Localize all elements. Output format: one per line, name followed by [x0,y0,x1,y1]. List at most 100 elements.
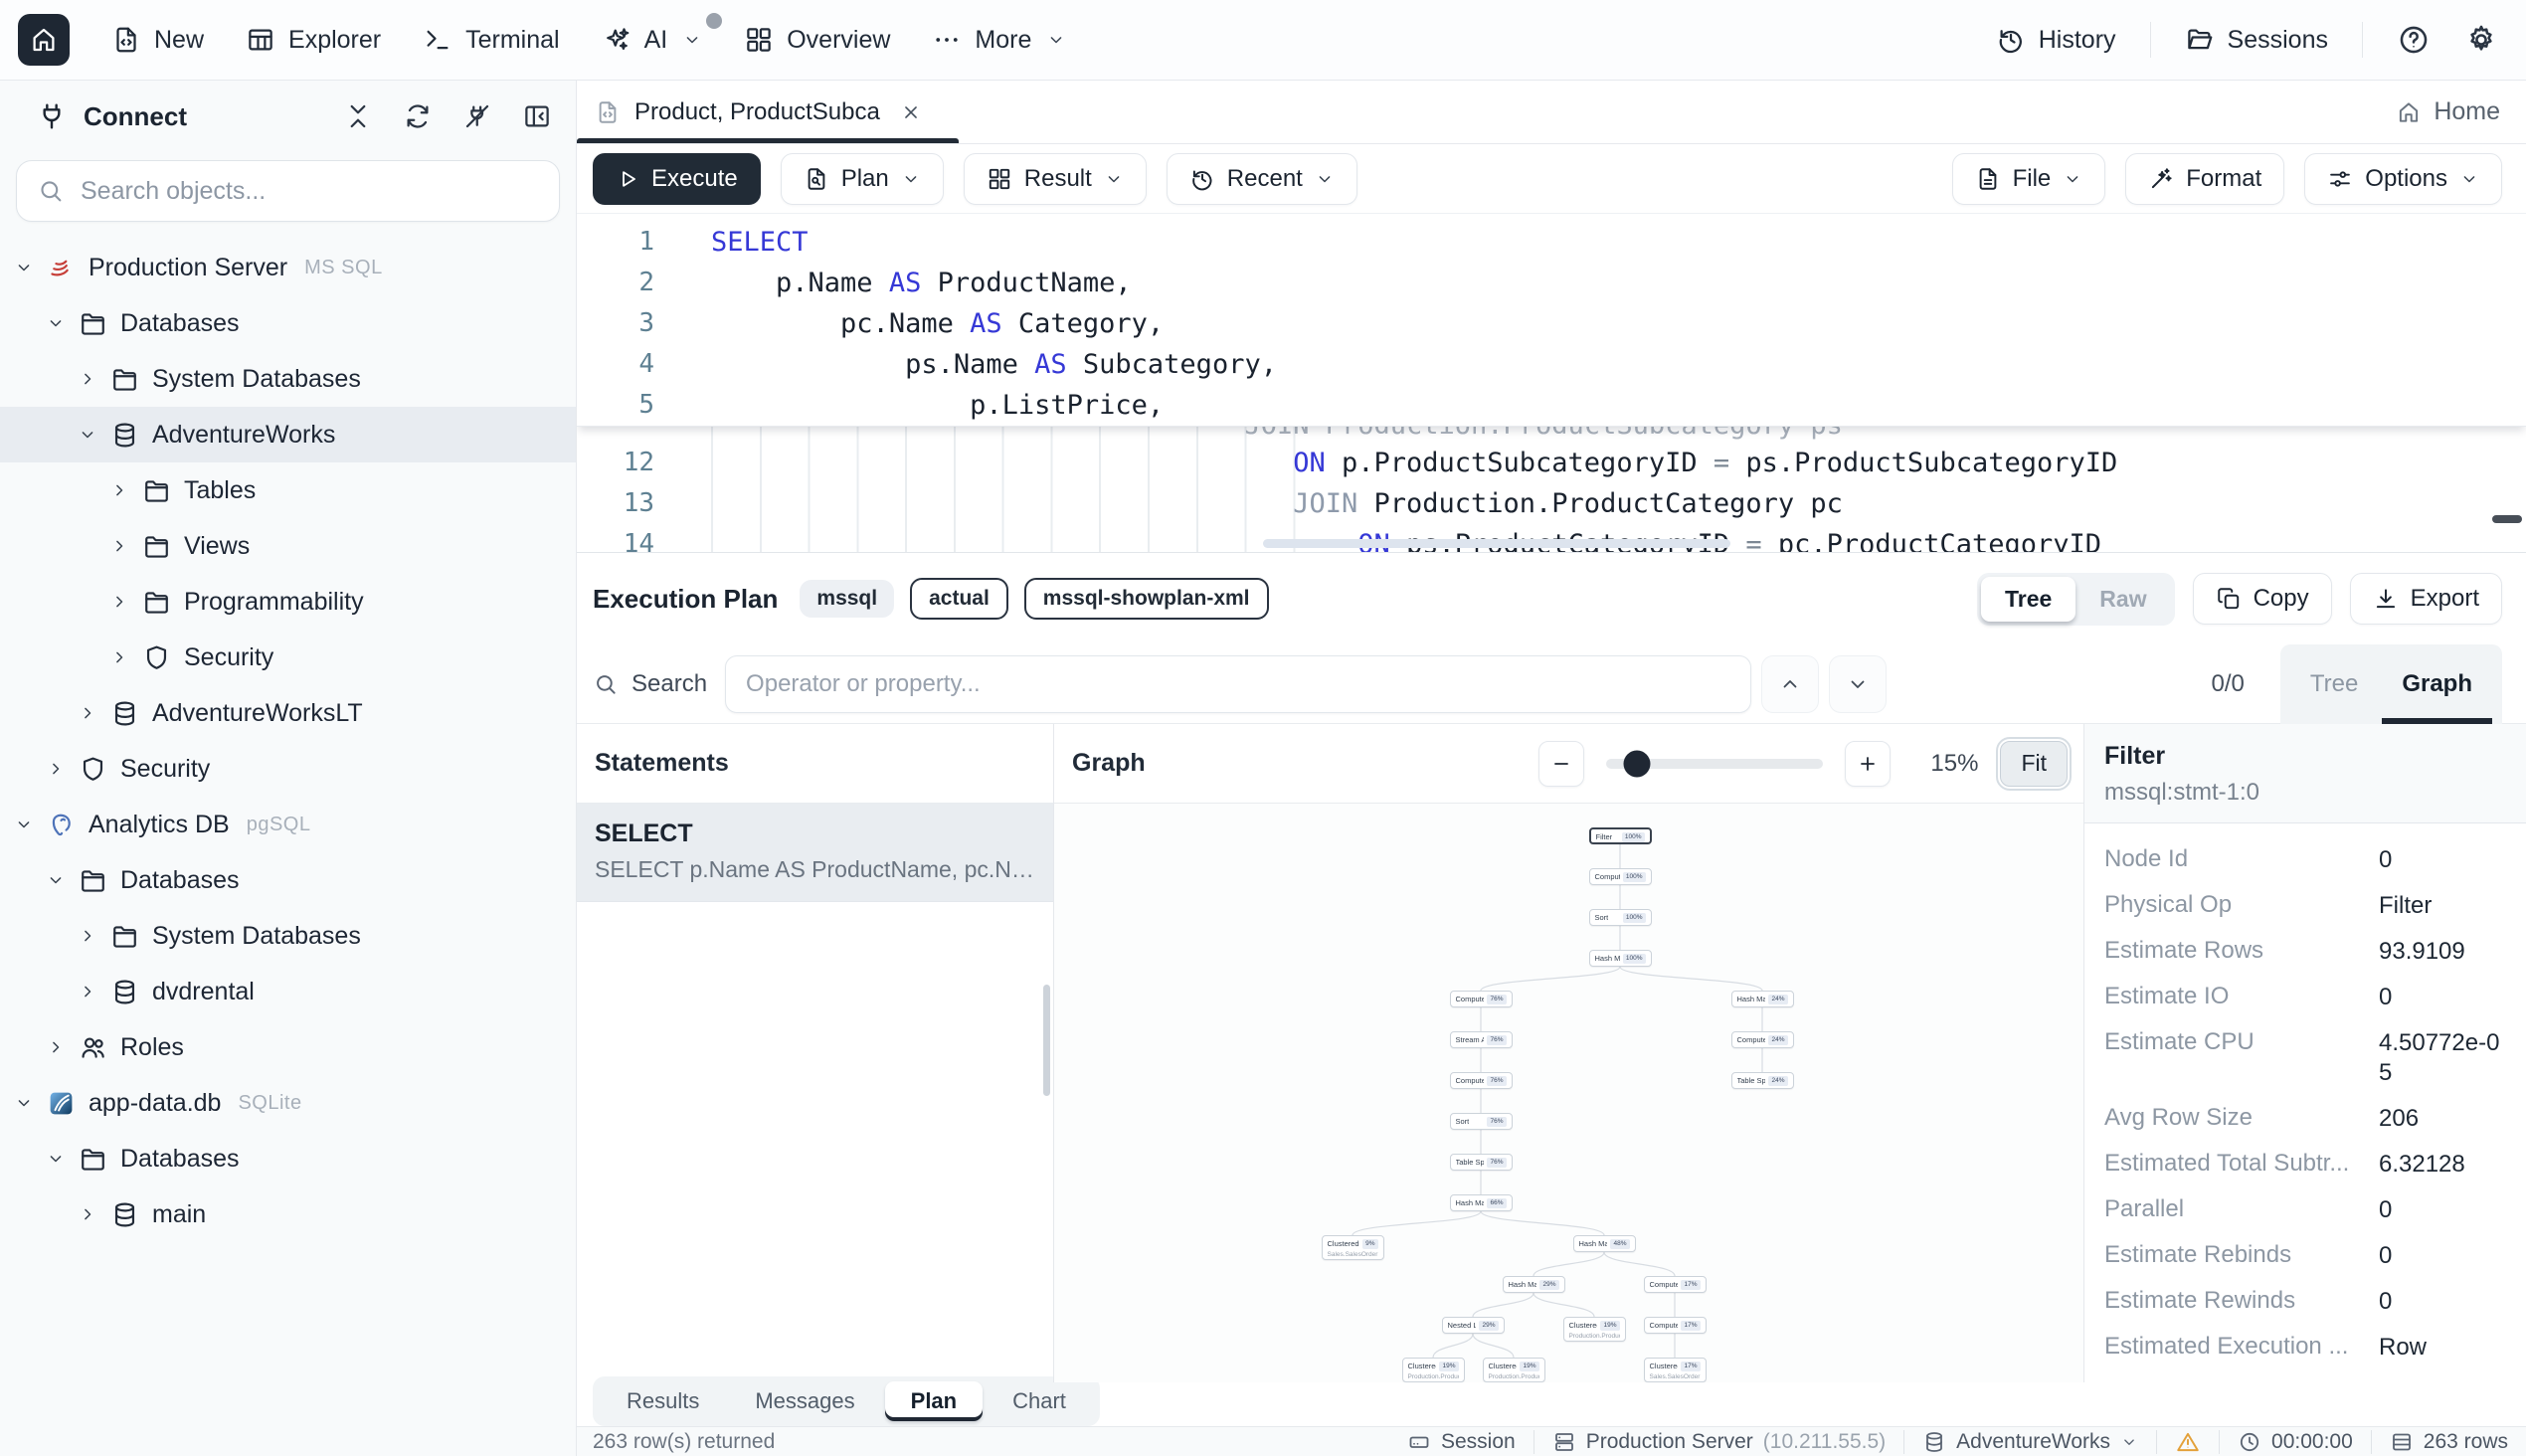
tree-item-security[interactable]: Security [0,741,576,797]
tree-item-system-databases[interactable]: System Databases [0,908,576,964]
plan-node-sort[interactable]: Sort76% [1450,1113,1513,1130]
warning-icon[interactable] [2175,1429,2201,1455]
view-tab-tree[interactable]: Tree [2290,644,2378,724]
result-tab-results[interactable]: Results [601,1381,725,1421]
tree-item-app-data-db[interactable]: app-data.dbSQLite [0,1075,576,1131]
chevron-down-icon[interactable] [78,425,97,445]
collapse-panel-icon[interactable] [522,101,552,131]
plan-search-input[interactable] [725,655,1751,713]
plan-button[interactable]: Plan [781,153,944,205]
tree-item-security[interactable]: Security [0,630,576,685]
nav-overview[interactable]: Overview [744,25,890,55]
refresh-icon[interactable] [403,101,433,131]
chevron-right-icon[interactable] [78,1204,97,1224]
tree-item-adventureworkslt[interactable]: AdventureWorksLT [0,685,576,741]
tree-item-databases[interactable]: Databases [0,1131,576,1186]
chevron-right-icon[interactable] [78,926,97,946]
plan-node-compute-scalar[interactable]: Compute Scalar17% [1644,1317,1707,1334]
chevron-right-icon[interactable] [78,369,97,389]
chevron-right-icon[interactable] [109,647,129,667]
nav-new[interactable]: New [111,25,204,55]
chevron-right-icon[interactable] [46,1037,66,1057]
nav-explorer[interactable]: Explorer [246,25,381,55]
plan-node-clustered-index-scan[interactable]: Clustered Index Scan9%Sales.SalesOrderHe… [1322,1235,1384,1260]
help-icon[interactable] [2397,23,2431,57]
sql-editor[interactable]: 1SELECT2 p.Name AS ProductName,3 pc.Name… [577,214,2526,552]
result-tab-messages[interactable]: Messages [729,1381,880,1421]
nav-more[interactable]: More [932,25,1066,55]
chevron-down-icon[interactable] [46,1149,66,1169]
plan-node-compute-scalar[interactable]: Compute Scalar76% [1450,1072,1513,1089]
plan-node-clustered-index-seek[interactable]: Clustered Index Seek19%Production.Produc… [1483,1358,1545,1382]
tree-item-tables[interactable]: Tables [0,462,576,518]
plan-graph-canvas[interactable]: Filter100%Compute Scalar100%Sort100%Hash… [1054,804,2083,1382]
home-button[interactable] [18,14,70,66]
chevron-right-icon[interactable] [109,592,129,612]
plan-node-hash-match[interactable]: Hash Match29% [1503,1276,1565,1293]
close-icon[interactable] [900,101,922,123]
tree-item-roles[interactable]: Roles [0,1019,576,1075]
nav-ai[interactable]: AI [602,25,703,55]
result-tab-chart[interactable]: Chart [987,1381,1092,1421]
chevron-down-icon[interactable] [14,258,34,277]
chevron-down-icon[interactable] [14,815,34,834]
result-button[interactable]: Result [964,153,1147,205]
editor-vertical-scrollbar[interactable] [2492,515,2522,523]
chevron-right-icon[interactable] [109,536,129,556]
nav-terminal[interactable]: Terminal [423,25,559,55]
plan-node-filter[interactable]: Filter100% [1589,827,1652,844]
gear-icon[interactable] [2464,23,2498,57]
tree-item-views[interactable]: Views [0,518,576,574]
chevron-right-icon[interactable] [78,703,97,723]
export-button[interactable]: Export [2350,573,2502,625]
plan-node-stream-aggregate[interactable]: Stream Aggregate76% [1450,1031,1513,1048]
next-match-button[interactable] [1829,655,1887,713]
plan-node-hash-match[interactable]: Hash Match100% [1589,950,1652,967]
tab-product-productsubca[interactable]: Product, ProductSubca [577,81,959,143]
plan-node-clustered-index-scan[interactable]: Clustered Index Scan17%Sales.SalesOrderD… [1644,1358,1707,1382]
plan-node-clustered-index-scan[interactable]: Clustered Index Scan19%Production.Produc… [1402,1358,1465,1382]
copy-button[interactable]: Copy [2193,573,2332,625]
tree-item-adventureworks[interactable]: AdventureWorks [0,407,576,462]
home-link[interactable]: Home [2370,81,2526,143]
plan-node-sort[interactable]: Sort100% [1589,909,1652,926]
execute-button[interactable]: Execute [593,153,761,205]
tree-item-analytics-db[interactable]: Analytics DBpgSQL [0,797,576,852]
search-input[interactable] [79,176,539,207]
segment-tree[interactable]: Tree [1981,577,2075,622]
plan-node-compute-scalar[interactable]: Compute Scalar24% [1731,1031,1794,1048]
editor-horizontal-scrollbar[interactable] [1263,539,1730,548]
plan-node-nested-loops[interactable]: Nested Loops29% [1442,1317,1505,1334]
tree-item-dvdrental[interactable]: dvdrental [0,964,576,1019]
plan-node-hash-match[interactable]: Hash Match48% [1573,1235,1636,1252]
file-button[interactable]: File [1952,153,2106,205]
prev-match-button[interactable] [1761,655,1819,713]
statement-item[interactable]: SELECTSELECT p.Name AS ProductName, pc.N… [577,804,1053,902]
plan-node-table-spool[interactable]: Table Spool24% [1731,1072,1794,1089]
tree-item-system-databases[interactable]: System Databases [0,351,576,407]
chevron-down-icon[interactable] [46,313,66,333]
chevron-right-icon[interactable] [109,480,129,500]
plan-node-clustered-index-scan[interactable]: Clustered Index Scan19%Production.Produc… [1563,1317,1626,1342]
tree-item-databases[interactable]: Databases [0,852,576,908]
status-session[interactable]: Session [1407,1430,1516,1454]
tree-item-databases[interactable]: Databases [0,295,576,351]
disconnect-icon[interactable] [462,101,492,131]
collapse-all-icon[interactable] [343,101,373,131]
zoom-out-button[interactable] [1538,741,1584,787]
recent-button[interactable]: Recent [1167,153,1357,205]
options-button[interactable]: Options [2304,153,2502,205]
sessions-button[interactable]: Sessions [2185,25,2328,55]
plan-node-hash-match[interactable]: Hash Match24% [1731,991,1794,1007]
tree-item-production-server[interactable]: Production ServerMS SQL [0,240,576,295]
zoom-slider-knob[interactable] [1623,750,1650,777]
chevron-right-icon[interactable] [78,982,97,1001]
zoom-slider[interactable] [1606,759,1823,769]
fit-button[interactable]: Fit [2000,741,2068,787]
plan-node-compute-scalar[interactable]: Compute Scalar17% [1644,1276,1707,1293]
tree-item-programmability[interactable]: Programmability [0,574,576,630]
format-button[interactable]: Format [2125,153,2284,205]
chevron-down-icon[interactable] [14,1093,34,1113]
chevron-right-icon[interactable] [46,759,66,779]
plan-node-table-spool[interactable]: Table Spool76% [1450,1154,1513,1171]
